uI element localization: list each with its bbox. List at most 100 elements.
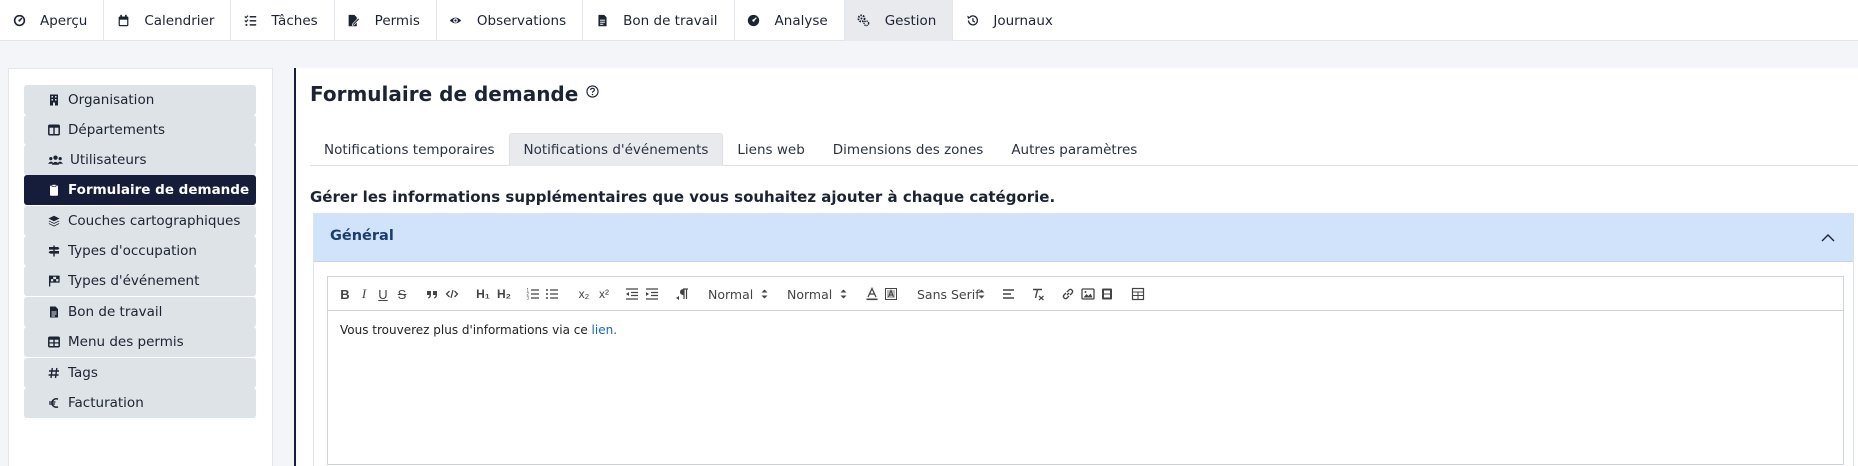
accordion-header[interactable]: Général [314,214,1853,262]
section-heading: Gérer les informations supplémentaires q… [310,188,1056,206]
nav-item-permis[interactable]: Permis [335,0,437,41]
sidebar-item-label: Menu des permis [68,334,184,350]
sidebar-item-label: Tags [68,365,98,381]
nav-label: Bon de travail [623,12,718,29]
top-navigation: Aperçu Calendrier Tâches Permis Observat… [0,0,1858,41]
nav-item-observations[interactable]: Observations [437,0,584,41]
sort-arrows-icon [978,287,985,301]
nav-item-journaux[interactable]: Journaux [953,0,1068,41]
superscript-button[interactable]: x² [595,284,613,304]
chevron-up-icon[interactable] [1819,229,1837,247]
sidebar-item-label: Types d'événement [68,273,200,289]
gauge-icon [12,14,26,28]
underline-button[interactable]: U [376,284,390,304]
sidebar-item-label: Formulaire de demande [68,182,250,198]
sidebar-item-utilisateurs[interactable]: Utilisateurs [24,145,256,175]
sidebar-item-label: Départements [68,122,166,138]
bullet-list-icon[interactable] [545,284,559,304]
sidebar-item-menu-des-permis[interactable]: Menu des permis [24,327,256,357]
sidebar-item-organisation[interactable]: Organisation [24,85,256,115]
outdent-icon[interactable] [625,284,639,304]
sort-arrows-icon [761,287,768,301]
accordion-title: Général [330,228,394,244]
layers-icon [47,214,61,228]
tab-autres-parametres[interactable]: Autres paramètres [997,133,1151,166]
sort-arrows-icon [840,287,847,301]
nav-label: Analyse [774,12,828,29]
code-block-icon[interactable] [445,284,459,304]
main-panel: Formulaire de demande Notifications temp… [294,68,1858,466]
tab-bar: Notifications temporaires Notifications … [310,133,1858,166]
settings-sidebar: Organisation Départements Utilisateurs F… [8,68,273,466]
nav-item-taches[interactable]: Tâches [231,0,335,41]
strike-button[interactable]: S [395,284,409,304]
editor-content-link[interactable]: lien. [592,323,617,337]
nav-label: Observations [476,12,567,29]
building-icon [47,93,61,107]
clipboard-icon [47,183,61,197]
nav-label: Journaux [993,12,1053,29]
ordered-list-icon[interactable]: 123 [526,284,540,304]
help-icon[interactable] [586,84,599,98]
size-picker-value: Normal [708,286,754,302]
nav-item-analyse[interactable]: Analyse [735,0,845,41]
nav-label: Calendrier [144,12,215,29]
gears-icon [857,14,871,28]
page-title: Formulaire de demande [310,82,599,106]
clear-format-icon[interactable] [1031,284,1045,304]
sidebar-item-label: Organisation [68,92,155,108]
editor-content-text: Vous trouverez plus d'informations via c… [340,323,592,337]
editor-content[interactable]: Vous trouverez plus d'informations via c… [340,323,617,337]
image-icon[interactable] [1081,284,1095,304]
size-picker[interactable]: Normal [708,284,768,304]
sidebar-item-formulaire-de-demande[interactable]: Formulaire de demande [24,175,256,205]
blockquote-icon[interactable] [425,284,439,304]
sidebar-item-facturation[interactable]: Facturation [24,388,256,418]
background-color-icon[interactable] [884,284,898,304]
subscript-button[interactable]: x₂ [575,284,593,304]
nav-label: Gestion [884,12,937,29]
users-icon [47,153,63,167]
link-icon[interactable] [1061,284,1075,304]
nav-item-apercu[interactable]: Aperçu [0,0,105,41]
page-title-text: Formulaire de demande [310,82,579,106]
sidebar-item-label: Types d'occupation [68,243,197,259]
sidebar-item-types-d-occupation[interactable]: Types d'occupation [24,236,256,266]
font-picker-value: Sans Serif [917,286,980,302]
text-direction-icon[interactable] [675,284,689,304]
text-color-icon[interactable] [865,284,879,304]
nav-item-bon-de-travail[interactable]: Bon de travail [583,0,735,41]
nav-item-calendrier[interactable]: Calendrier [104,0,232,41]
hash-icon [47,366,61,380]
chart-dial-icon [747,14,761,28]
tab-notifications-d-evenements[interactable]: Notifications d'événements [508,133,724,166]
sidebar-item-departements[interactable]: Départements [24,115,256,145]
video-icon[interactable] [1100,284,1114,304]
italic-button[interactable]: I [357,284,371,304]
flag-icon [47,274,61,288]
bold-button[interactable]: B [338,284,352,304]
sidebar-item-label: Bon de travail [68,304,163,320]
header-picker[interactable]: Normal [787,284,847,304]
tab-notifications-temporaires[interactable]: Notifications temporaires [310,133,509,166]
sidebar-item-bon-de-travail[interactable]: Bon de travail [24,297,256,327]
tab-liens-web[interactable]: Liens web [723,133,818,166]
euro-icon [47,396,61,410]
sidebar-item-tags[interactable]: Tags [24,358,256,388]
table-insert-icon[interactable] [1131,284,1145,304]
font-picker[interactable]: Sans Serif [917,284,985,304]
nav-item-gestion[interactable]: Gestion [844,0,954,41]
accordion-general: Général B I U S H₁ H₂ 123 x₂ x² Normal N… [313,213,1854,466]
align-icon[interactable] [1002,284,1016,304]
tab-dimensions-des-zones[interactable]: Dimensions des zones [819,133,998,166]
calendar-icon [116,14,130,28]
nav-label: Aperçu [40,12,88,29]
sidebar-item-types-d-evenement[interactable]: Types d'événement [24,266,256,296]
sidebar-item-couches-cartographiques[interactable]: Couches cartographiques [24,206,256,236]
sidebar-item-label: Couches cartographiques [68,213,241,229]
nav-label: Permis [374,12,420,29]
indent-icon[interactable] [645,284,659,304]
heading1-button[interactable]: H₁ [474,284,492,304]
heading2-button[interactable]: H₂ [495,284,513,304]
document-icon [47,305,61,319]
